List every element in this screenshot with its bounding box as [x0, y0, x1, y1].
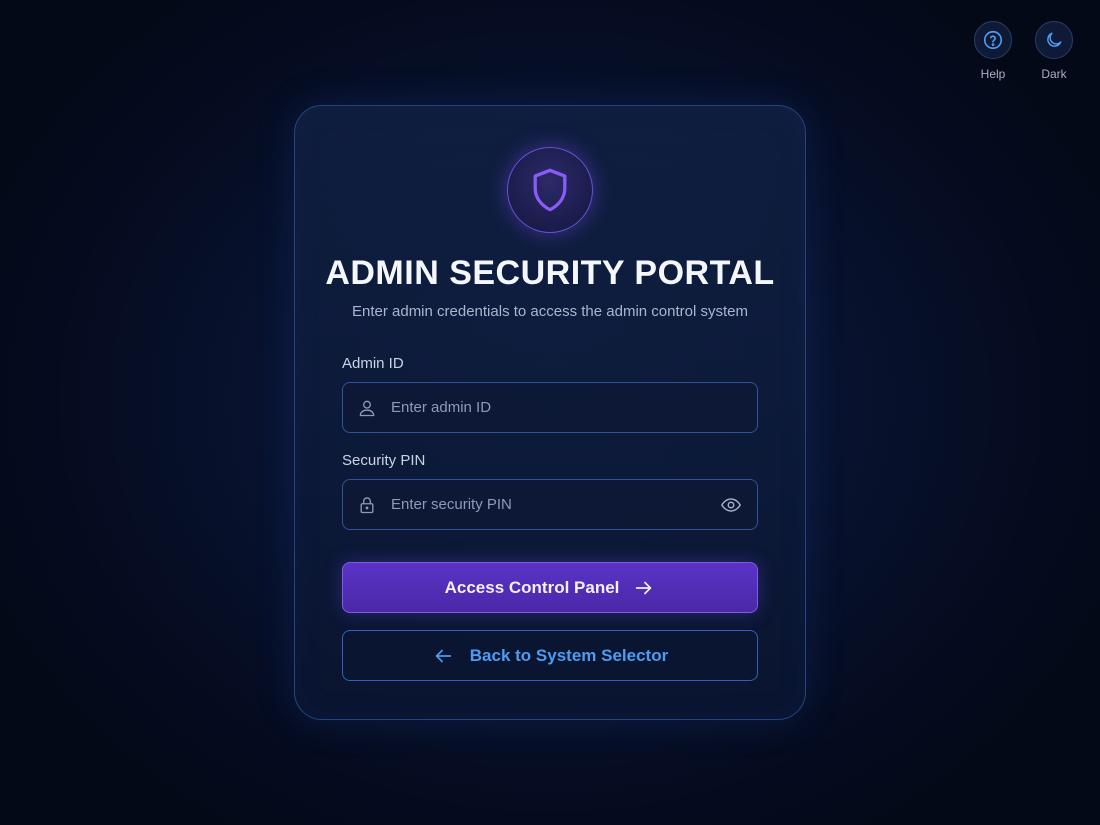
- help-circle-icon: [983, 30, 1003, 50]
- dark-label: Dark: [1041, 67, 1067, 81]
- page-title: ADMIN SECURITY PORTAL: [325, 254, 775, 292]
- lock-icon: [360, 496, 374, 513]
- lock-icon-wrap: [343, 495, 391, 515]
- arrow-left-icon: [435, 649, 451, 662]
- top-actions: Help Dark: [974, 21, 1073, 81]
- moon-icon: [1047, 32, 1062, 47]
- security-pin-label: Security PIN: [342, 452, 426, 469]
- login-card: ADMIN SECURITY PORTAL Enter admin creden…: [294, 105, 806, 720]
- toggle-pin-visibility[interactable]: [705, 494, 757, 516]
- help-label: Help: [980, 67, 1006, 81]
- help-button[interactable]: Help: [974, 21, 1012, 81]
- eye-icon[interactable]: [720, 494, 742, 516]
- security-pin-field[interactable]: [342, 479, 758, 530]
- help-icon-circle[interactable]: [974, 21, 1012, 59]
- user-icon-wrap: [343, 398, 391, 418]
- shield-icon: [533, 168, 567, 212]
- dark-icon-circle[interactable]: [1035, 21, 1073, 59]
- page-subtitle: Enter admin credentials to access the ad…: [351, 303, 748, 320]
- shield-badge: [507, 147, 593, 233]
- admin-id-field[interactable]: [342, 382, 758, 433]
- access-control-panel-label: Access Control Panel: [444, 577, 620, 597]
- dark-mode-toggle[interactable]: Dark: [1035, 21, 1073, 81]
- admin-id-input[interactable]: [391, 383, 757, 432]
- back-to-system-selector-button[interactable]: Back to System Selector: [342, 630, 758, 681]
- arrow-right-icon: [636, 581, 652, 594]
- back-to-system-selector-label: Back to System Selector: [469, 645, 669, 665]
- user-icon: [359, 400, 375, 416]
- access-control-panel-button[interactable]: Access Control Panel: [342, 562, 758, 613]
- admin-id-label: Admin ID: [342, 355, 404, 372]
- security-pin-input[interactable]: [391, 480, 705, 529]
